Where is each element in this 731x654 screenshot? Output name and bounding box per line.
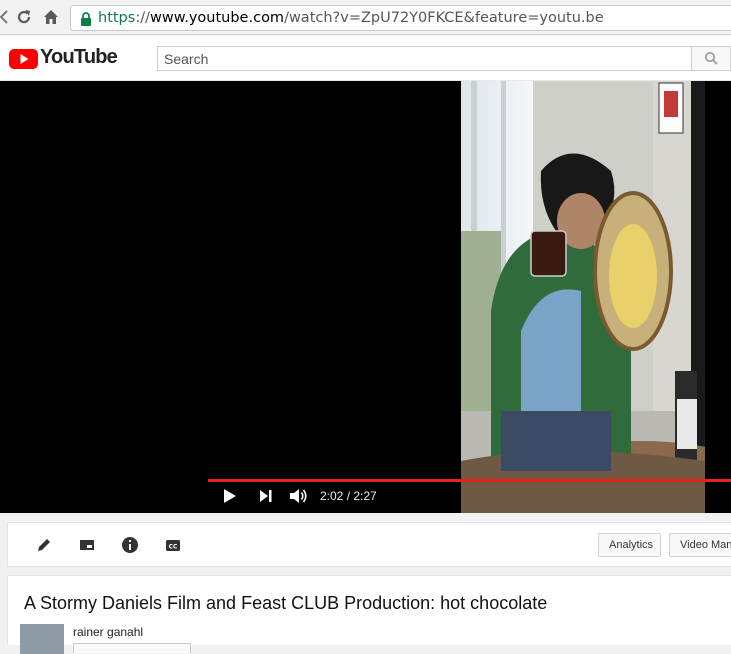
creator-toolbar: CC Analytics Video Mana xyxy=(7,522,731,567)
url-host: www.youtube.com xyxy=(149,10,285,26)
video-title: A Stormy Daniels Film and Feast CLUB Pro… xyxy=(24,593,548,613)
channel-name[interactable]: rainer ganahl xyxy=(73,625,143,639)
video-frame xyxy=(461,81,705,513)
url-scheme: https xyxy=(98,10,136,26)
edit-icon[interactable] xyxy=(34,535,54,555)
youtube-logo-icon[interactable] xyxy=(9,48,39,70)
reload-icon[interactable] xyxy=(14,7,34,27)
url-path: /watch?v=ZpU72Y0FKCE&feature=youtu.be xyxy=(284,10,604,26)
browser-toolbar: https://www.youtube.com/watch?v=ZpU72Y0F… xyxy=(0,0,731,35)
lock-icon xyxy=(79,11,93,32)
progress-bar[interactable] xyxy=(208,479,731,482)
search-icon xyxy=(705,52,718,65)
play-icon[interactable] xyxy=(221,486,239,511)
home-icon[interactable] xyxy=(41,7,61,27)
info-icon[interactable] xyxy=(120,535,140,555)
time-display: 2:02 / 2:27 xyxy=(320,489,377,503)
analytics-button[interactable]: Analytics xyxy=(598,533,661,557)
url-separator: :// xyxy=(135,10,150,26)
youtube-header: YouTube xyxy=(0,36,731,81)
next-icon[interactable] xyxy=(257,486,275,511)
search-button[interactable] xyxy=(692,46,731,71)
svg-text:CC: CC xyxy=(169,544,178,551)
back-arrow-icon[interactable] xyxy=(0,7,14,27)
enhance-icon[interactable] xyxy=(77,535,97,555)
cc-icon[interactable]: CC xyxy=(163,535,183,555)
volume-icon[interactable] xyxy=(288,486,310,511)
youtube-logo-text[interactable]: YouTube xyxy=(40,46,118,69)
video-player[interactable]: 2:02 / 2:27 xyxy=(0,81,731,513)
search-input[interactable] xyxy=(158,47,691,70)
url-text: https://www.youtube.com/watch?v=ZpU72Y0F… xyxy=(98,10,604,26)
address-bar[interactable]: https://www.youtube.com/watch?v=ZpU72Y0F… xyxy=(70,5,731,31)
channel-avatar[interactable] xyxy=(20,624,64,654)
video-info: A Stormy Daniels Film and Feast CLUB Pro… xyxy=(7,575,731,654)
search-box xyxy=(157,46,692,71)
video-manager-button[interactable]: Video Mana xyxy=(669,533,731,557)
